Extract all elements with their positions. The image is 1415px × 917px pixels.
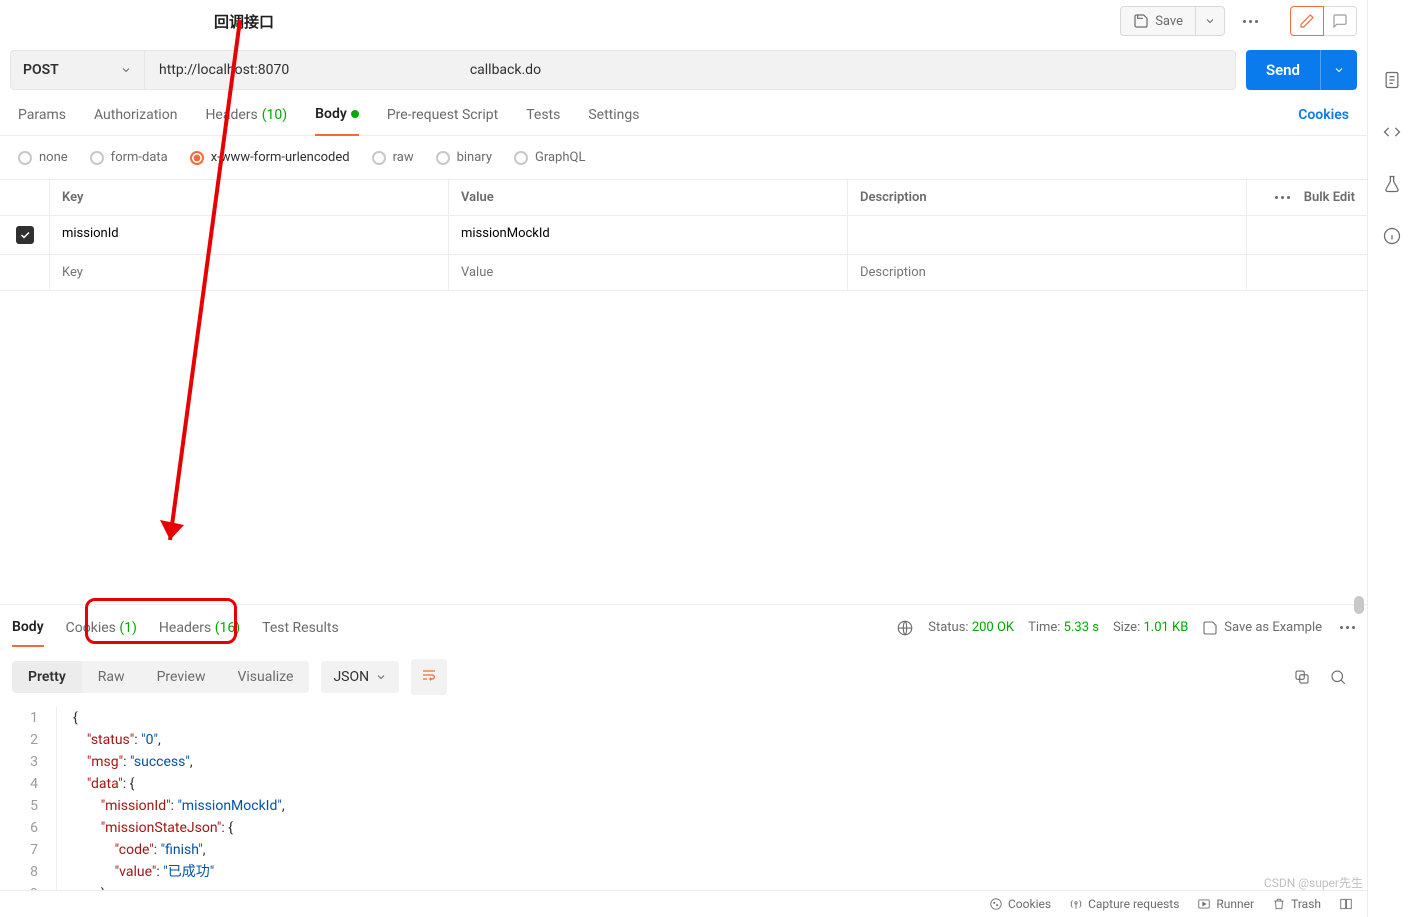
tab-prerequest[interactable]: Pre-request Script	[387, 107, 498, 135]
save-label: Save	[1155, 14, 1183, 29]
save-as-example[interactable]: Save as Example	[1202, 620, 1322, 636]
resp-tab-headers[interactable]: Headers (16)	[159, 620, 240, 646]
tab-tests[interactable]: Tests	[526, 107, 560, 135]
request-tab-title: 回调接口	[214, 11, 274, 32]
edit-button[interactable]	[1290, 6, 1324, 36]
col-key: Key	[50, 180, 449, 215]
footer-trash[interactable]: Trash	[1272, 897, 1321, 911]
resp-more[interactable]	[1340, 626, 1355, 629]
save-icon	[1133, 13, 1149, 29]
body-type-none[interactable]: none	[18, 150, 68, 165]
body-type-raw[interactable]: raw	[372, 150, 414, 165]
col-value: Value	[449, 180, 848, 215]
chevron-down-icon	[1204, 15, 1216, 27]
send-dropdown[interactable]	[1320, 50, 1357, 90]
search-icon[interactable]	[1329, 668, 1347, 686]
status-value: 200 OK	[972, 620, 1014, 635]
save-icon	[1202, 620, 1218, 636]
globe-icon	[896, 619, 914, 637]
language-select[interactable]: JSON	[321, 661, 399, 693]
wrap-icon	[421, 667, 437, 683]
tab-body[interactable]: Body	[315, 106, 359, 136]
tab-settings[interactable]: Settings	[588, 107, 639, 135]
check-icon	[19, 229, 31, 241]
info-icon[interactable]	[1382, 226, 1402, 246]
response-body[interactable]: 1{2 "status": "0",3 "msg": "success",4 "…	[0, 707, 1367, 917]
column-options[interactable]	[1275, 196, 1290, 199]
bulk-edit-link[interactable]: Bulk Edit	[1304, 190, 1355, 205]
body-type-form-data[interactable]: form-data	[90, 150, 168, 165]
view-preview[interactable]: Preview	[141, 661, 222, 693]
body-type-binary[interactable]: binary	[436, 150, 492, 165]
resp-tab-cookies[interactable]: Cookies (1)	[66, 620, 137, 646]
wrap-toggle[interactable]	[411, 659, 447, 695]
cookies-link[interactable]: Cookies	[1298, 107, 1349, 135]
watermark: CSDN @super先生	[1264, 874, 1363, 891]
size-label: Size:	[1113, 620, 1140, 635]
docs-icon[interactable]	[1382, 70, 1402, 90]
code-icon[interactable]	[1382, 122, 1402, 142]
footer-panes[interactable]	[1339, 897, 1353, 911]
view-raw[interactable]: Raw	[82, 661, 141, 693]
lab-icon[interactable]	[1382, 174, 1402, 194]
send-button[interactable]: Send	[1246, 50, 1357, 90]
tab-params[interactable]: Params	[18, 107, 66, 135]
antenna-icon	[1069, 897, 1083, 911]
view-pretty[interactable]: Pretty	[12, 661, 82, 693]
tab-authorization[interactable]: Authorization	[94, 107, 177, 135]
key-input[interactable]	[62, 226, 436, 241]
chevron-down-icon	[375, 671, 387, 683]
value-input-new[interactable]	[461, 265, 835, 280]
col-description: Description	[848, 180, 1247, 215]
scrollbar-thumb[interactable]	[1354, 596, 1364, 614]
resp-tab-tests[interactable]: Test Results	[262, 620, 339, 646]
more-actions[interactable]	[1235, 14, 1266, 29]
dots-icon	[1243, 20, 1258, 23]
view-visualize[interactable]: Visualize	[221, 661, 309, 693]
desc-input-new[interactable]	[860, 265, 1234, 280]
send-label: Send	[1246, 61, 1320, 79]
copy-icon[interactable]	[1293, 668, 1311, 686]
chevron-down-icon	[120, 64, 132, 76]
footer-cookies[interactable]: Cookies	[989, 897, 1051, 911]
comment-icon	[1332, 13, 1348, 29]
time-label: Time:	[1028, 620, 1060, 635]
row-checkbox[interactable]	[16, 226, 34, 244]
method-label: POST	[23, 62, 59, 78]
cookie-icon	[989, 897, 1003, 911]
trash-icon	[1272, 897, 1286, 911]
modified-dot-icon	[351, 110, 359, 118]
save-dropdown[interactable]	[1196, 6, 1225, 36]
status-label: Status:	[928, 620, 968, 635]
resp-tab-body[interactable]: Body	[12, 619, 44, 647]
size-value: 1.01 KB	[1143, 620, 1188, 635]
play-icon	[1197, 897, 1211, 911]
value-input[interactable]	[461, 226, 835, 241]
tab-headers[interactable]: Headers (10)	[205, 107, 287, 135]
http-method-select[interactable]: POST	[10, 50, 145, 90]
body-type-urlencoded[interactable]: x-www-form-urlencoded	[190, 150, 350, 165]
footer-runner[interactable]: Runner	[1197, 897, 1254, 911]
footer-capture[interactable]: Capture requests	[1069, 897, 1179, 911]
chevron-down-icon	[1333, 64, 1345, 76]
url-input[interactable]	[145, 50, 1236, 90]
body-type-graphql[interactable]: GraphQL	[514, 150, 585, 165]
pencil-icon	[1299, 13, 1315, 29]
key-input-new[interactable]	[62, 265, 436, 280]
time-value: 5.33 s	[1064, 620, 1099, 635]
save-button[interactable]: Save	[1120, 6, 1196, 36]
panes-icon	[1339, 897, 1353, 911]
comment-button[interactable]	[1324, 6, 1357, 36]
